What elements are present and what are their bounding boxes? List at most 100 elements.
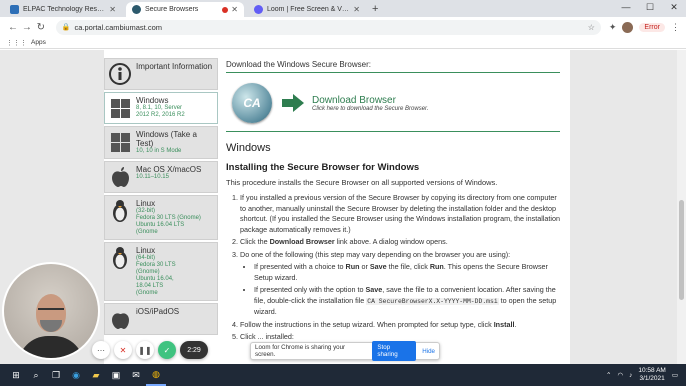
step-1: If you installed a previous version of t… <box>240 193 560 235</box>
clock[interactable]: 10:58 AM 3/1/2021 <box>638 367 665 383</box>
forward-icon[interactable]: → <box>20 22 34 33</box>
maximize-icon[interactable]: ☐ <box>638 0 662 17</box>
mail-icon[interactable]: ✉ <box>126 364 146 386</box>
start-icon[interactable]: ⊞ <box>6 364 26 386</box>
page-scrollbar[interactable] <box>677 50 686 364</box>
download-browser-link[interactable]: Download Browser <box>312 95 396 106</box>
url-text: ca.portal.cambiumast.com <box>74 22 163 32</box>
screen-share-notification: Loom for Chrome is sharing your screen. … <box>250 341 440 361</box>
step-4: Follow the instructions in the setup wiz… <box>240 320 560 331</box>
intro-text: This procedure installs the Secure Brows… <box>226 178 498 187</box>
sidebar-item-versions: (64-bit) Fedora 30 LTS (Gnome) Ubuntu 16… <box>136 255 176 296</box>
loom-controls: ⋯ ✕ ❚❚ ✓ 2:29 <box>92 341 208 359</box>
pause-icon[interactable]: ❚❚ <box>136 341 154 359</box>
loom-favicon-icon <box>254 5 263 14</box>
extensions-icon[interactable]: ✦ <box>609 22 617 33</box>
tab-elpac[interactable]: ELPAC Technology Resources ✕ <box>4 2 122 17</box>
close-tab-icon[interactable]: ✕ <box>353 5 360 14</box>
sidebar-item-label: Linux <box>136 246 156 255</box>
step-3: Do one of the following (this step may v… <box>240 250 560 318</box>
error-button[interactable]: Error <box>639 22 665 32</box>
windows-icon <box>108 130 132 154</box>
apps-grid-icon[interactable]: ⋮⋮⋮ <box>6 39 27 47</box>
bookmarks-bar: ⋮⋮⋮ Apps <box>0 37 686 49</box>
store-icon[interactable]: ▣ <box>106 364 126 386</box>
tab-secure-browsers[interactable]: Secure Browsers ✕ <box>126 2 244 17</box>
more-icon[interactable]: ⋯ <box>92 341 110 359</box>
secure-browsers-favicon-icon <box>132 5 141 14</box>
sidebar-item-versions: 10, 10 in S Mode <box>136 148 182 154</box>
address-bar[interactable]: 🔒 ca.portal.cambiumast.com ☆ <box>55 19 601 35</box>
close-tab-icon[interactable]: ✕ <box>109 5 116 14</box>
sidebar-item-windows[interactable]: Windows 8, 8.1, 10, Server 2012 R2, 2016… <box>104 92 218 124</box>
ca-secure-browser-logo: CA <box>232 83 272 123</box>
menu-icon[interactable]: ⋮ <box>671 22 680 33</box>
chevron-up-icon[interactable]: ⌃ <box>606 371 611 379</box>
back-icon[interactable]: ← <box>6 22 20 33</box>
notification-icon[interactable]: ▭ <box>672 371 678 379</box>
main-content: Download the Windows Secure Browser: CA … <box>226 60 560 345</box>
sidebar-item-versions: 10.11–10.15 <box>136 174 169 180</box>
tab-loom[interactable]: Loom | Free Screen & Video Re... ✕ <box>248 2 366 17</box>
sidebar-item-mac-os[interactable]: Mac OS X/macOS 10.11–10.15 <box>104 161 218 193</box>
volume-icon[interactable]: ♪ <box>629 372 632 379</box>
sidebar-item-label: iOS/iPadOS <box>136 307 180 316</box>
task-view-icon[interactable]: ❐ <box>46 364 66 386</box>
cancel-recording-icon[interactable]: ✕ <box>114 341 132 359</box>
section-title: Windows <box>226 142 271 154</box>
minimize-icon[interactable]: — <box>614 0 638 17</box>
download-row: CA Download Browser Click here to downlo… <box>226 73 560 132</box>
reload-icon[interactable]: ↻ <box>34 22 48 33</box>
apple-icon <box>108 307 132 331</box>
chrome-icon[interactable]: ◍ <box>146 364 166 386</box>
linux-icon <box>108 199 132 223</box>
sidebar-item-important-information[interactable]: Important Information <box>104 58 218 90</box>
loom-webcam-bubble[interactable] <box>2 262 100 360</box>
clock-date: 3/1/2021 <box>639 375 665 382</box>
info-icon <box>108 62 132 86</box>
edge-icon[interactable]: ◉ <box>66 364 86 386</box>
scrollbar-thumb[interactable] <box>679 200 684 300</box>
close-tab-icon[interactable]: ✕ <box>231 5 238 14</box>
sidebar-item-windows-take-a-test[interactable]: Windows (Take a Test) 10, 10 in S Mode <box>104 126 218 159</box>
os-sidebar: Important Information Windows 8, 8.1, 10… <box>104 58 218 337</box>
sidebar-item-linux-32[interactable]: Linux (32-bit) Fedora 30 LTS (Gnome) Ubu… <box>104 195 218 240</box>
apple-icon <box>108 165 132 189</box>
recording-indicator-icon <box>222 6 229 13</box>
profile-avatar[interactable] <box>622 21 634 33</box>
hide-button[interactable]: Hide <box>422 348 435 355</box>
wifi-icon[interactable]: ◠ <box>617 371 623 379</box>
installer-filename: CA SecureBrowserX.X-YYYY-MM-DD.msi <box>366 297 499 305</box>
sidebar-item-label: Windows <box>136 96 169 105</box>
step-3a: If presented with a choice to Run or Sav… <box>254 262 560 283</box>
page-viewport: Important Information Windows 8, 8.1, 10… <box>0 50 686 364</box>
sidebar-item-linux-64[interactable]: Linux (64-bit) Fedora 30 LTS (Gnome) Ubu… <box>104 242 218 301</box>
file-explorer-icon[interactable]: ▰ <box>86 364 106 386</box>
recording-timer: 2:29 <box>180 341 208 359</box>
apps-bookmark[interactable]: Apps <box>31 39 46 46</box>
tab-title: Secure Browsers <box>145 6 199 13</box>
sidebar-item-label: Windows (Take a Test) <box>136 130 197 148</box>
stop-sharing-button[interactable]: Stop sharing <box>372 341 417 361</box>
sidebar-item-label: Mac OS X/macOS <box>136 165 202 174</box>
download-hint: Click here to download the Secure Browse… <box>312 105 429 112</box>
window-controls: — ☐ ✕ <box>614 0 686 17</box>
install-steps: If you installed a previous version of t… <box>226 193 560 343</box>
new-tab-button[interactable]: + <box>372 3 378 15</box>
install-title: Installing the Secure Browser for Window… <box>226 162 420 173</box>
finish-recording-icon[interactable]: ✓ <box>158 341 176 359</box>
clock-time: 10:58 AM <box>638 367 666 374</box>
bookmark-star-icon[interactable]: ☆ <box>588 23 595 32</box>
browser-toolbar: ← → ↻ 🔒 ca.portal.cambiumast.com ☆ ✦ Err… <box>0 17 686 37</box>
download-header: Download the Windows Secure Browser: <box>226 60 560 73</box>
linux-icon <box>108 246 132 270</box>
windows-taskbar: ⊞ ⌕ ❐ ◉ ▰ ▣ ✉ ◍ ⌃ ◠ ♪ 10:58 AM 3/1/2021 … <box>0 364 686 386</box>
close-window-icon[interactable]: ✕ <box>662 0 686 17</box>
system-tray: ⌃ ◠ ♪ 10:58 AM 3/1/2021 ▭ <box>606 367 686 383</box>
step-3b: If presented only with the option to Sav… <box>254 285 560 318</box>
search-icon[interactable]: ⌕ <box>26 364 46 386</box>
lock-icon[interactable]: 🔒 <box>62 23 71 31</box>
sidebar-item-ios[interactable]: iOS/iPadOS <box>104 303 218 335</box>
tab-strip: ELPAC Technology Resources ✕ Secure Brow… <box>0 0 686 17</box>
sidebar-item-versions: 8, 8.1, 10, Server 2012 R2, 2016 R2 <box>136 105 185 118</box>
